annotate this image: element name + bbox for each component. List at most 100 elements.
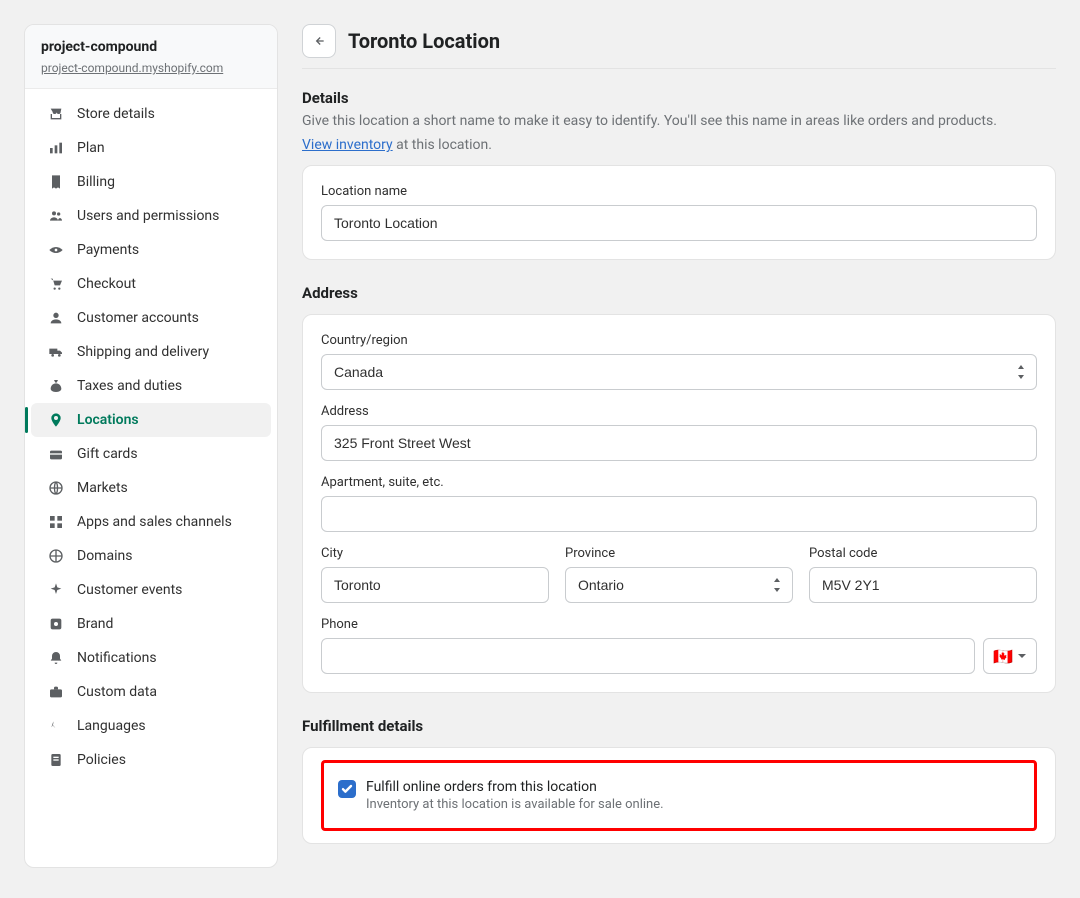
view-inventory-link[interactable]: View inventory bbox=[302, 137, 393, 153]
language-icon bbox=[47, 717, 65, 735]
fulfill-online-subtext: Inventory at this location is available … bbox=[366, 797, 664, 812]
phone-input[interactable] bbox=[321, 638, 975, 674]
gift-card-icon bbox=[47, 445, 65, 463]
sidebar-header: project-compound project-compound.myshop… bbox=[25, 25, 277, 89]
details-heading: Details bbox=[302, 89, 1056, 107]
bell-icon bbox=[47, 649, 65, 667]
sidebar-item-label: Custom data bbox=[77, 684, 157, 700]
person-icon bbox=[47, 309, 65, 327]
fulfillment-highlight: Fulfill online orders from this location… bbox=[321, 760, 1037, 831]
details-subtext: Give this location a short name to make … bbox=[302, 113, 1056, 129]
sidebar-item-label: Brand bbox=[77, 616, 113, 632]
fulfillment-heading: Fulfillment details bbox=[302, 717, 1056, 735]
project-name: project-compound bbox=[41, 39, 261, 55]
sidebar-item-shipping-and-delivery[interactable]: Shipping and delivery bbox=[31, 335, 271, 369]
fulfill-online-checkbox[interactable] bbox=[338, 780, 356, 798]
sidebar-item-label: Markets bbox=[77, 480, 128, 496]
sidebar-item-label: Customer events bbox=[77, 582, 182, 598]
sidebar-item-label: Billing bbox=[77, 174, 115, 190]
sidebar-item-label: Apps and sales channels bbox=[77, 514, 232, 530]
users-icon bbox=[47, 207, 65, 225]
sidebar-item-label: Languages bbox=[77, 718, 146, 734]
domain-globe-icon bbox=[47, 547, 65, 565]
province-select[interactable] bbox=[565, 567, 793, 603]
sidebar-item-label: Payments bbox=[77, 242, 139, 258]
check-icon bbox=[341, 783, 353, 795]
phone-country-button[interactable]: 🇨🇦 bbox=[983, 638, 1037, 674]
apps-icon bbox=[47, 513, 65, 531]
sidebar-item-markets[interactable]: Markets bbox=[31, 471, 271, 505]
fulfillment-section: Fulfillment details Fulfill online order… bbox=[302, 717, 1056, 844]
address-section: Address Country/region Address Apartment… bbox=[302, 284, 1056, 693]
main-content: Toronto Location Details Give this locat… bbox=[302, 24, 1056, 868]
location-name-label: Location name bbox=[321, 184, 1037, 199]
city-input[interactable] bbox=[321, 567, 549, 603]
globe-icon bbox=[47, 479, 65, 497]
sparkle-icon bbox=[47, 581, 65, 599]
sidebar-item-label: Shipping and delivery bbox=[77, 344, 209, 360]
province-label: Province bbox=[565, 546, 793, 561]
canada-flag-icon: 🇨🇦 bbox=[993, 647, 1013, 666]
chevron-down-icon bbox=[1017, 651, 1027, 661]
address-heading: Address bbox=[302, 284, 1056, 302]
sidebar-item-label: Customer accounts bbox=[77, 310, 199, 326]
payments-icon bbox=[47, 241, 65, 259]
details-card: Location name bbox=[302, 165, 1056, 260]
sidebar-item-apps-and-sales-channels[interactable]: Apps and sales channels bbox=[31, 505, 271, 539]
sidebar-item-domains[interactable]: Domains bbox=[31, 539, 271, 573]
arrow-left-icon bbox=[312, 34, 326, 48]
sidebar-item-label: Gift cards bbox=[77, 446, 138, 462]
sidebar-item-brand[interactable]: Brand bbox=[31, 607, 271, 641]
page-title: Toronto Location bbox=[348, 29, 500, 53]
briefcase-icon bbox=[47, 683, 65, 701]
address-label: Address bbox=[321, 404, 1037, 419]
sidebar-item-locations[interactable]: Locations bbox=[31, 403, 271, 437]
sidebar-item-checkout[interactable]: Checkout bbox=[31, 267, 271, 301]
sidebar-item-languages[interactable]: Languages bbox=[31, 709, 271, 743]
sidebar-item-billing[interactable]: Billing bbox=[31, 165, 271, 199]
fulfill-online-label: Fulfill online orders from this location bbox=[366, 779, 664, 795]
sidebar-item-store-details[interactable]: Store details bbox=[31, 97, 271, 131]
pin-icon bbox=[47, 411, 65, 429]
inventory-line: View inventory at this location. bbox=[302, 137, 1056, 153]
storefront-icon bbox=[47, 105, 65, 123]
sidebar-item-plan[interactable]: Plan bbox=[31, 131, 271, 165]
apartment-input[interactable] bbox=[321, 496, 1037, 532]
sidebar-item-label: Users and permissions bbox=[77, 208, 219, 224]
sidebar-item-label: Checkout bbox=[77, 276, 136, 292]
fulfillment-card: Fulfill online orders from this location… bbox=[302, 747, 1056, 844]
divider bbox=[302, 68, 1056, 69]
sidebar-item-payments[interactable]: Payments bbox=[31, 233, 271, 267]
store-domain-link[interactable]: project-compound.myshopify.com bbox=[41, 61, 223, 75]
apartment-label: Apartment, suite, etc. bbox=[321, 475, 1037, 490]
inventory-suffix: at this location. bbox=[396, 137, 492, 153]
sidebar-item-taxes-and-duties[interactable]: Taxes and duties bbox=[31, 369, 271, 403]
sidebar-item-users-and-permissions[interactable]: Users and permissions bbox=[31, 199, 271, 233]
sidebar-item-notifications[interactable]: Notifications bbox=[31, 641, 271, 675]
sidebar-item-customer-accounts[interactable]: Customer accounts bbox=[31, 301, 271, 335]
country-label: Country/region bbox=[321, 333, 1037, 348]
location-name-input[interactable] bbox=[321, 205, 1037, 241]
receipt-icon bbox=[47, 173, 65, 191]
brand-icon bbox=[47, 615, 65, 633]
sidebar-item-gift-cards[interactable]: Gift cards bbox=[31, 437, 271, 471]
country-select[interactable] bbox=[321, 354, 1037, 390]
address-input[interactable] bbox=[321, 425, 1037, 461]
money-bag-icon bbox=[47, 377, 65, 395]
address-card: Country/region Address Apartment, suite,… bbox=[302, 314, 1056, 693]
sidebar-item-policies[interactable]: Policies bbox=[31, 743, 271, 777]
sidebar-item-label: Store details bbox=[77, 106, 155, 122]
sidebar-item-label: Domains bbox=[77, 548, 132, 564]
postal-input[interactable] bbox=[809, 567, 1037, 603]
sidebar-item-custom-data[interactable]: Custom data bbox=[31, 675, 271, 709]
phone-label: Phone bbox=[321, 617, 1037, 632]
sidebar-item-label: Notifications bbox=[77, 650, 157, 666]
truck-icon bbox=[47, 343, 65, 361]
settings-sidebar: project-compound project-compound.myshop… bbox=[24, 24, 278, 868]
sidebar-item-label: Plan bbox=[77, 140, 105, 156]
sidebar-item-label: Taxes and duties bbox=[77, 378, 182, 394]
policies-icon bbox=[47, 751, 65, 769]
back-button[interactable] bbox=[302, 24, 336, 58]
details-section: Details Give this location a short name … bbox=[302, 89, 1056, 260]
sidebar-item-customer-events[interactable]: Customer events bbox=[31, 573, 271, 607]
